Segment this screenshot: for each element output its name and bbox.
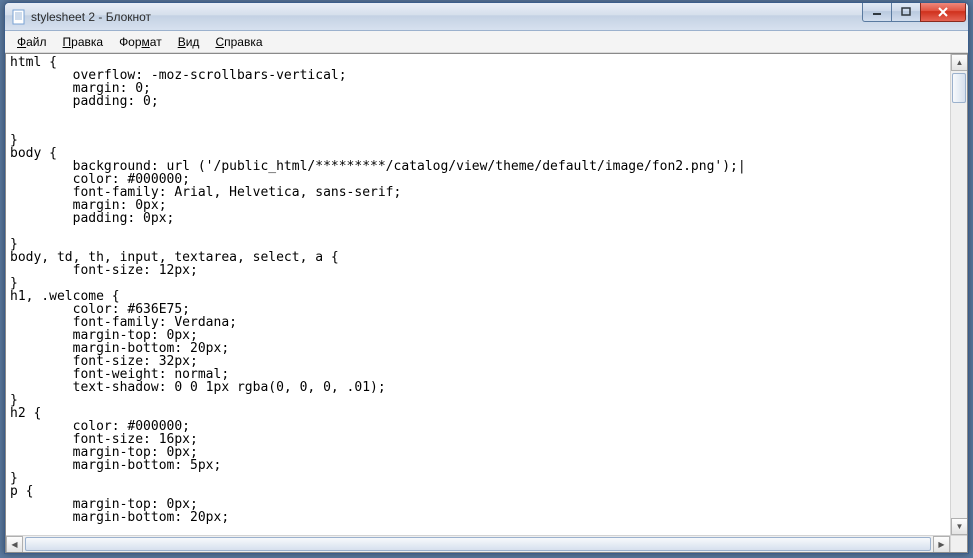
menu-edit[interactable]: Правка bbox=[55, 33, 112, 51]
maximize-button[interactable] bbox=[891, 2, 921, 22]
close-button[interactable] bbox=[920, 2, 966, 22]
arrow-left-icon: ◀ bbox=[11, 541, 17, 549]
menu-format[interactable]: Формат bbox=[111, 33, 170, 51]
menu-view[interactable]: Вид bbox=[170, 33, 208, 51]
arrow-right-icon: ▶ bbox=[938, 541, 944, 549]
arrow-down-icon: ▼ bbox=[956, 523, 964, 531]
vertical-scroll-track[interactable] bbox=[951, 71, 967, 518]
menu-help[interactable]: Справка bbox=[207, 33, 270, 51]
window-controls bbox=[863, 2, 966, 22]
scroll-left-button[interactable]: ◀ bbox=[6, 536, 23, 553]
notepad-window: stylesheet 2 - Блокнот Файл Правка Форма… bbox=[4, 2, 969, 554]
client-area: html { overflow: -moz-scrollbars-vertica… bbox=[5, 53, 968, 553]
scroll-right-button[interactable]: ▶ bbox=[933, 536, 950, 553]
vertical-scrollbar[interactable]: ▲ ▼ bbox=[950, 54, 967, 535]
arrow-up-icon: ▲ bbox=[956, 59, 964, 67]
window-title: stylesheet 2 - Блокнот bbox=[31, 10, 151, 24]
app-icon bbox=[11, 9, 27, 25]
scrollbar-corner bbox=[950, 535, 967, 552]
minimize-button[interactable] bbox=[862, 2, 892, 22]
horizontal-scrollbar[interactable]: ◀ ▶ bbox=[6, 535, 950, 552]
menu-bar: Файл Правка Формат Вид Справка bbox=[5, 31, 968, 53]
scroll-down-button[interactable]: ▼ bbox=[951, 518, 968, 535]
vertical-scroll-thumb[interactable] bbox=[952, 73, 966, 103]
editor-content[interactable]: html { overflow: -moz-scrollbars-vertica… bbox=[10, 56, 946, 524]
horizontal-scroll-track[interactable] bbox=[23, 536, 933, 552]
horizontal-scroll-thumb[interactable] bbox=[25, 537, 931, 551]
menu-file[interactable]: Файл bbox=[9, 33, 55, 51]
scroll-up-button[interactable]: ▲ bbox=[951, 54, 968, 71]
text-editor[interactable]: html { overflow: -moz-scrollbars-vertica… bbox=[6, 54, 950, 535]
title-bar[interactable]: stylesheet 2 - Блокнот bbox=[5, 3, 968, 31]
